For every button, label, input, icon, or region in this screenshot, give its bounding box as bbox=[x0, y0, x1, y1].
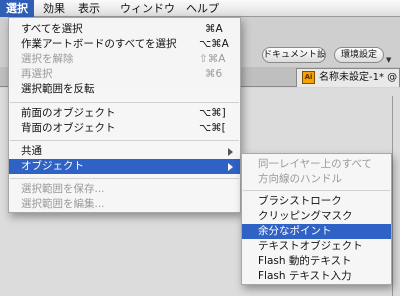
submenu-item-text-objects[interactable]: テキストオブジェクト bbox=[242, 239, 391, 254]
menu-separator bbox=[10, 140, 239, 141]
submenu-item-all-on-same-layer[interactable]: 同一レイヤー上のすべて bbox=[242, 157, 391, 172]
chevron-down-icon[interactable]: ▼ bbox=[386, 56, 391, 64]
preferences-button[interactable]: 環境設定 bbox=[334, 47, 384, 63]
object-submenu: 同一レイヤー上のすべて 方向線のハンドル ブラシストローク クリッピングマスク … bbox=[241, 153, 392, 285]
menu-window[interactable]: ウィンドウ bbox=[114, 0, 181, 17]
menu-separator bbox=[10, 178, 239, 179]
menu-effect[interactable]: 効果 bbox=[37, 0, 71, 17]
menu-item-label: 余分なポイント bbox=[258, 225, 332, 237]
menu-item-label: テキストオブジェクト bbox=[258, 240, 363, 252]
shortcut-label: ⇧⌘A bbox=[199, 53, 226, 65]
menu-item-label: 方向線のハンドル bbox=[258, 173, 342, 185]
illustrator-document-icon: Ai bbox=[302, 71, 315, 84]
submenu-item-direction-handles[interactable]: 方向線のハンドル bbox=[242, 172, 391, 187]
menu-item-label: 選択範囲を保存... bbox=[21, 183, 105, 195]
shortcut-label: ⌥⌘] bbox=[199, 107, 226, 119]
document-settings-button[interactable]: ドキュメント設定 bbox=[262, 47, 326, 63]
menu-item-select-all[interactable]: すべてを選択 ⌘A bbox=[9, 22, 240, 37]
menu-item-edit-selection[interactable]: 選択範囲を編集... bbox=[9, 197, 240, 212]
menu-item-inverse[interactable]: 選択範囲を反転 bbox=[9, 82, 240, 97]
menu-separator bbox=[243, 190, 390, 191]
menubar: 選択 効果 表示 ウィンドウ ヘルプ bbox=[0, 0, 400, 17]
submenu-item-brush-strokes[interactable]: ブラシストローク bbox=[242, 194, 391, 209]
menu-item-label: すべてを選択 bbox=[21, 23, 83, 35]
select-menu: すべてを選択 ⌘A 作業アートボードのすべてを選択 ⌥⌘A 選択を解除 ⇧⌘A … bbox=[8, 17, 241, 213]
submenu-item-stray-points[interactable]: 余分なポイント bbox=[242, 224, 391, 239]
menu-item-label: 前面のオブジェクト bbox=[21, 107, 116, 119]
menu-item-label: 再選択 bbox=[21, 68, 53, 80]
menu-item-label: 同一レイヤー上のすべて bbox=[258, 158, 373, 170]
menu-item-deselect[interactable]: 選択を解除 ⇧⌘A bbox=[9, 52, 240, 67]
menu-item-label: クリッピングマスク bbox=[258, 210, 353, 222]
shortcut-label: ⌥⌘A bbox=[199, 38, 229, 50]
menu-item-label: ブラシストローク bbox=[258, 195, 342, 207]
menu-separator bbox=[10, 102, 239, 103]
menu-item-label: 選択範囲を編集... bbox=[21, 198, 105, 210]
menu-item-label: Flash 動的テキスト bbox=[258, 255, 352, 267]
menu-item-label: 作業アートボードのすべてを選択 bbox=[21, 38, 177, 50]
shortcut-label: ⌘A bbox=[205, 23, 223, 35]
menu-item-label: オブジェクト bbox=[21, 160, 84, 172]
artboard-edge bbox=[392, 96, 393, 296]
menu-item-save-selection[interactable]: 選択範囲を保存... bbox=[9, 182, 240, 197]
submenu-item-clipping-masks[interactable]: クリッピングマスク bbox=[242, 209, 391, 224]
menu-item-label: 共通 bbox=[21, 145, 42, 157]
menu-item-label: Flash テキスト入力 bbox=[258, 270, 352, 282]
submenu-arrow-icon bbox=[228, 148, 233, 156]
menu-item-select-all-artboard[interactable]: 作業アートボードのすべてを選択 ⌥⌘A bbox=[9, 37, 240, 52]
menu-item-object[interactable]: オブジェクト bbox=[9, 159, 240, 174]
menu-item-label: 選択を解除 bbox=[21, 53, 74, 65]
menu-select[interactable]: 選択 bbox=[0, 0, 34, 17]
menu-item-next-object-above[interactable]: 前面のオブジェクト ⌥⌘] bbox=[9, 106, 240, 121]
submenu-item-flash-dynamic-text[interactable]: Flash 動的テキスト bbox=[242, 254, 391, 269]
menu-item-same[interactable]: 共通 bbox=[9, 144, 240, 159]
menu-item-reselect[interactable]: 再選択 ⌘6 bbox=[9, 67, 240, 82]
document-tab-title: 名称未設定-1* @ bbox=[319, 72, 398, 83]
menu-view[interactable]: 表示 bbox=[72, 0, 106, 17]
submenu-arrow-icon bbox=[228, 163, 233, 171]
menu-help[interactable]: ヘルプ bbox=[180, 0, 225, 17]
shortcut-label: ⌘6 bbox=[205, 68, 223, 80]
shortcut-label: ⌥⌘[ bbox=[199, 122, 226, 134]
menu-item-label: 選択範囲を反転 bbox=[21, 83, 95, 95]
menu-item-label: 背面のオブジェクト bbox=[21, 122, 116, 134]
submenu-item-flash-input-text[interactable]: Flash テキスト入力 bbox=[242, 269, 391, 284]
menu-item-next-object-below[interactable]: 背面のオブジェクト ⌥⌘[ bbox=[9, 121, 240, 136]
